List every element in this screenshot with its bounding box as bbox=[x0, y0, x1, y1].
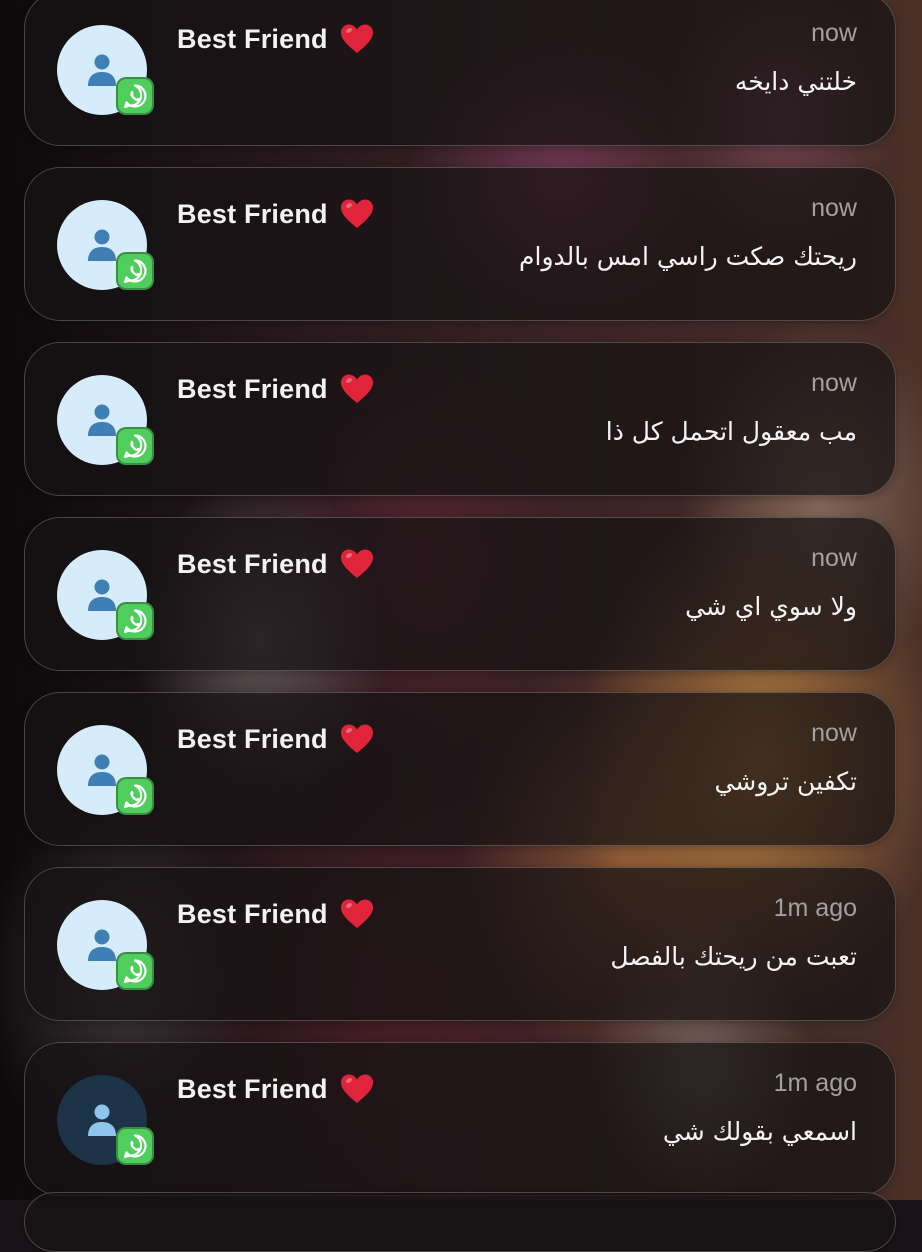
timestamp: now bbox=[811, 194, 857, 222]
sender-name-text: Best Friend bbox=[177, 23, 328, 54]
sender-name-text: Best Friend bbox=[177, 723, 328, 754]
notification-card[interactable]: Best Friend 1m ago تعبت من ريحتك بالفصل bbox=[24, 867, 896, 1021]
person-icon bbox=[88, 1104, 116, 1136]
sender-name: Best Friend bbox=[177, 198, 374, 230]
whatsapp-icon bbox=[116, 777, 154, 815]
whatsapp-icon bbox=[116, 252, 154, 290]
whatsapp-icon bbox=[116, 77, 154, 115]
sender-name: Best Friend bbox=[177, 373, 374, 405]
red-heart-icon bbox=[340, 724, 373, 753]
person-icon bbox=[88, 579, 116, 611]
sender-name: Best Friend bbox=[177, 23, 374, 55]
person-icon bbox=[88, 754, 116, 786]
message-preview: ولا سوي اي شي bbox=[685, 592, 857, 621]
sender-name: Best Friend bbox=[177, 548, 374, 580]
red-heart-icon bbox=[340, 1074, 373, 1103]
message-preview: تكفين تروشي bbox=[714, 767, 857, 796]
sender-name-text: Best Friend bbox=[177, 373, 328, 404]
person-icon bbox=[88, 229, 116, 261]
whatsapp-icon bbox=[116, 427, 154, 465]
timestamp: 1m ago bbox=[773, 1069, 857, 1097]
person-icon bbox=[88, 929, 116, 961]
sender-name: Best Friend bbox=[177, 723, 374, 755]
message-preview: مب معقول اتحمل كل ذا bbox=[605, 417, 857, 446]
notification-card[interactable]: Best Friend now ريحتك صكت راسي امس بالدو… bbox=[24, 167, 896, 321]
notification-card[interactable]: Best Friend now مب معقول اتحمل كل ذا bbox=[24, 342, 896, 496]
notification-card[interactable]: Best Friend 1m ago اسمعي بقولك شي bbox=[24, 1042, 896, 1196]
timestamp: now bbox=[811, 544, 857, 572]
notification-card[interactable]: Best Friend now تكفين تروشي bbox=[24, 692, 896, 846]
timestamp: 1m ago bbox=[773, 894, 857, 922]
notification-list: Best Friend now خلتني دايخه Best Friend bbox=[0, 0, 922, 1252]
message-preview: خلتني دايخه bbox=[734, 67, 857, 96]
timestamp: now bbox=[811, 719, 857, 747]
sender-name-text: Best Friend bbox=[177, 898, 328, 929]
whatsapp-icon bbox=[116, 602, 154, 640]
person-icon bbox=[88, 54, 116, 86]
notification-card[interactable]: Best Friend now ولا سوي اي شي bbox=[24, 517, 896, 671]
sender-name-text: Best Friend bbox=[177, 548, 328, 579]
whatsapp-icon bbox=[116, 1127, 154, 1165]
person-icon bbox=[88, 404, 116, 436]
sender-name: Best Friend bbox=[177, 1073, 374, 1105]
timestamp: now bbox=[811, 19, 857, 47]
red-heart-icon bbox=[340, 24, 373, 53]
notification-card-partial[interactable] bbox=[24, 1192, 896, 1252]
red-heart-icon bbox=[340, 549, 373, 578]
message-preview: اسمعي بقولك شي bbox=[662, 1117, 857, 1146]
sender-name-text: Best Friend bbox=[177, 1073, 328, 1104]
sender-name: Best Friend bbox=[177, 898, 374, 930]
message-preview: تعبت من ريحتك بالفصل bbox=[610, 942, 857, 971]
red-heart-icon bbox=[340, 899, 373, 928]
timestamp: now bbox=[811, 369, 857, 397]
notification-card[interactable]: Best Friend now خلتني دايخه bbox=[24, 0, 896, 146]
message-preview: ريحتك صكت راسي امس بالدوام bbox=[519, 242, 857, 271]
red-heart-icon bbox=[340, 199, 373, 228]
whatsapp-icon bbox=[116, 952, 154, 990]
red-heart-icon bbox=[340, 374, 373, 403]
sender-name-text: Best Friend bbox=[177, 198, 328, 229]
